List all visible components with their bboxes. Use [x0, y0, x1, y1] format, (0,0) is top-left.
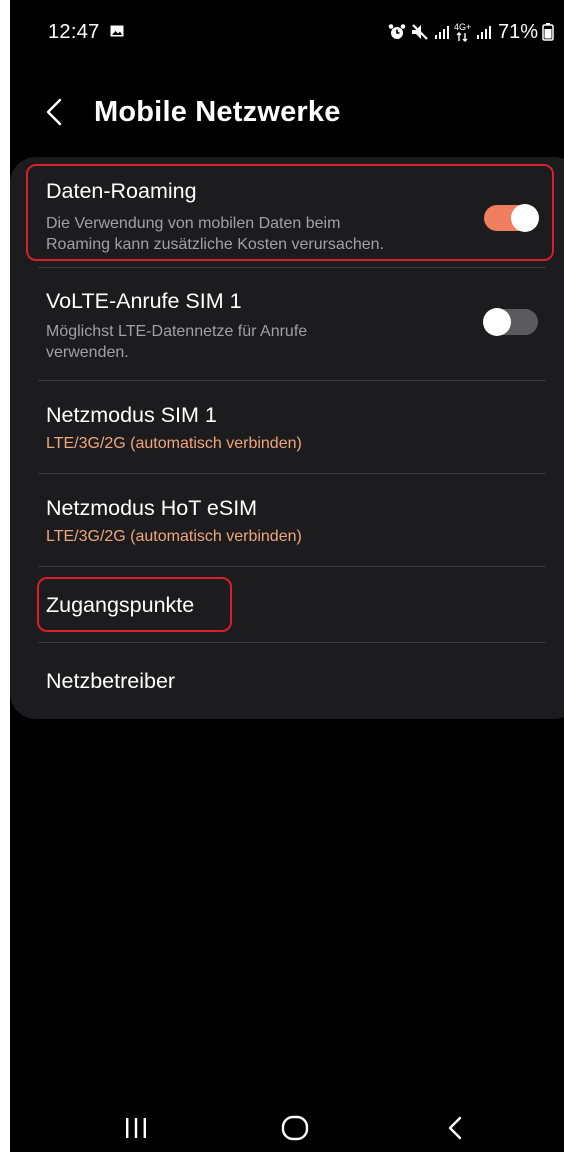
network-mode-sim1-value: LTE/3G/2G (automatisch verbinden)	[46, 435, 302, 452]
status-time: 12:47	[48, 21, 100, 43]
home-icon[interactable]	[280, 1114, 310, 1142]
network-mode-esim-title: Netzmodus HoT eSIM	[46, 496, 258, 520]
data-roaming-subtitle-line2: Roaming kann zusätzliche Kosten verursac…	[46, 236, 384, 253]
network-mode-sim1-row[interactable]: Netzmodus SIM 1 LTE/3G/2G (automatisch v…	[38, 381, 546, 473]
settings-card: Daten-Roaming Die Verwendung von mobilen…	[10, 157, 564, 719]
network-type-icon: 4G+	[454, 22, 471, 42]
data-roaming-subtitle-line1: Die Verwendung von mobilen Daten beim	[46, 215, 341, 232]
mute-icon	[411, 24, 428, 40]
status-bar: 12:47 4G+ 71%	[10, 0, 564, 62]
phone-screen: 12:47 4G+ 71% Mobile Netzwerke Daten-Roa…	[10, 0, 564, 1152]
alarm-icon	[388, 24, 406, 39]
back-icon[interactable]	[444, 1114, 466, 1142]
chevron-left-icon[interactable]	[40, 96, 68, 128]
data-roaming-row[interactable]: Daten-Roaming Die Verwendung von mobilen…	[38, 165, 546, 263]
svg-text:4G+: 4G+	[454, 22, 471, 32]
volte-subtitle-line1: Möglichst LTE-Datennetze für Anrufe	[46, 323, 308, 340]
network-mode-esim-value: LTE/3G/2G (automatisch verbinden)	[46, 528, 302, 545]
network-operators-title: Netzbetreiber	[46, 669, 176, 693]
toggle-knob	[483, 308, 511, 336]
network-mode-esim-row[interactable]: Netzmodus HoT eSIM LTE/3G/2G (automatisc…	[38, 474, 546, 566]
data-roaming-toggle[interactable]	[484, 204, 539, 232]
toggle-knob	[511, 204, 539, 232]
recent-apps-icon[interactable]	[122, 1116, 150, 1140]
volte-title: VoLTE-Anrufe SIM 1	[46, 289, 242, 313]
access-points-row[interactable]: Zugangspunkte	[38, 567, 546, 642]
navigation-bar	[10, 1098, 564, 1152]
volte-toggle[interactable]	[483, 308, 538, 336]
status-icons: 4G+ 71%	[388, 18, 554, 46]
access-points-title: Zugangspunkte	[46, 593, 195, 617]
data-roaming-title: Daten-Roaming	[46, 179, 197, 203]
volte-row[interactable]: VoLTE-Anrufe SIM 1 Möglichst LTE-Datenne…	[38, 268, 546, 380]
gallery-icon	[110, 25, 124, 37]
battery-icon	[542, 23, 554, 41]
battery-percentage: 71%	[497, 20, 538, 43]
network-operators-row[interactable]: Netzbetreiber	[38, 643, 546, 713]
signal-icon	[434, 26, 449, 39]
signal-icon	[476, 26, 491, 39]
volte-subtitle-line2: verwenden.	[46, 344, 129, 361]
network-mode-sim1-title: Netzmodus SIM 1	[46, 403, 217, 427]
app-header: Mobile Netzwerke	[10, 82, 564, 142]
page-title: Mobile Netzwerke	[94, 96, 341, 128]
